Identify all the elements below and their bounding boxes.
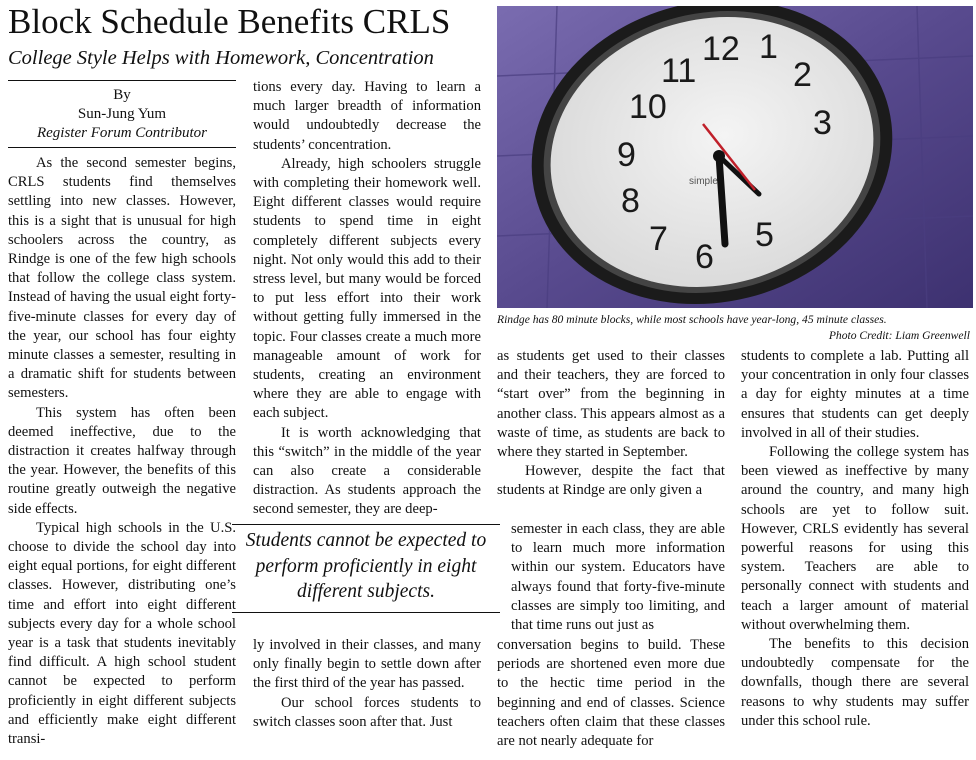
photo-credit: Photo Credit: Liam Greenwell — [828, 329, 970, 342]
photo-caption: Rindge has 80 minute blocks, while most … — [497, 313, 887, 326]
col1-paragraph-1: As the second semester begins, CRLS stud… — [8, 155, 236, 402]
pull-quote-top-rule — [232, 524, 500, 525]
clock-numeral-9: 9 — [617, 136, 636, 174]
col3-paragraph-2b: semester in each class, they are able to… — [511, 521, 725, 634]
byline-bottom-rule — [8, 147, 236, 148]
col3-paragraph-2c: conversation begins to build. These peri… — [497, 637, 725, 750]
article-column-2-bottom: ly involved in their classes, and many o… — [253, 636, 481, 732]
article-column-3-wrap: semester in each class, they are able to… — [511, 520, 725, 635]
article-column-2-top: tions every day. Having to learn a much … — [253, 78, 481, 520]
subheadline: College Style Helps with Homework, Conce… — [8, 47, 434, 69]
byline-role: Register Forum Contributor — [36, 125, 207, 141]
pull-quote: Students cannot be expected to perform p… — [245, 530, 487, 602]
clock-numeral-5: 5 — [755, 216, 774, 254]
clock-numeral-11: 11 — [661, 52, 696, 90]
col2-bottom-paragraph-1: ly involved in their classes, and many o… — [253, 637, 481, 692]
clock-numeral-6: 6 — [695, 238, 714, 276]
article-column-3-bottom: conversation begins to build. These peri… — [497, 636, 725, 751]
col2-paragraph-3: It is worth acknowledging that this “swi… — [253, 424, 481, 518]
col2-paragraph-1: tions every day. Having to learn a much … — [253, 79, 481, 153]
clock-photo: 12 1 2 3 5 6 7 8 9 10 11 simplex — [497, 6, 973, 308]
col2-paragraph-2: Already, high schoolers struggle with co… — [253, 155, 481, 422]
clock-numeral-2: 2 — [793, 56, 812, 94]
headline: Block Schedule Benefits CRLS — [8, 2, 451, 41]
col3-paragraph-1: as students get used to their classes an… — [497, 348, 725, 461]
article-column-1: As the second semester begins, CRLS stud… — [8, 154, 236, 749]
col1-paragraph-2: This system has often been deemed ineffe… — [8, 404, 236, 517]
byline-top-rule — [8, 80, 236, 81]
clock-numeral-12: 12 — [702, 30, 740, 68]
pull-quote-bottom-rule — [232, 612, 500, 613]
clock-numeral-7: 7 — [649, 220, 668, 258]
col2-bottom-paragraph-2: Our school forces students to switch cla… — [253, 694, 481, 730]
clock-center-pin — [713, 150, 725, 162]
col4-paragraph-3: The benefits to this decision undoubtedl… — [741, 636, 969, 729]
col4-paragraph-2: Following the college system has been vi… — [741, 444, 969, 633]
clock-numeral-8: 8 — [621, 182, 640, 220]
clock-numeral-10: 10 — [629, 88, 667, 126]
byline-by: By — [113, 87, 131, 103]
clock-numeral-1: 1 — [759, 28, 778, 66]
col1-paragraph-3: Typical high schools in the U.S. choose … — [8, 519, 236, 748]
article-column-4: students to complete a lab. Putting all … — [741, 347, 969, 731]
col4-paragraph-1: students to complete a lab. Putting all … — [741, 348, 969, 441]
article-column-3: as students get used to their classes an… — [497, 347, 725, 501]
wall-clock-illustration: 12 1 2 3 5 6 7 8 9 10 11 simplex — [497, 6, 973, 308]
col3-paragraph-2a: However, despite the fact that students … — [497, 463, 725, 499]
byline-author: Sun-Jung Yum — [77, 106, 167, 122]
clock-numeral-3: 3 — [813, 104, 832, 142]
